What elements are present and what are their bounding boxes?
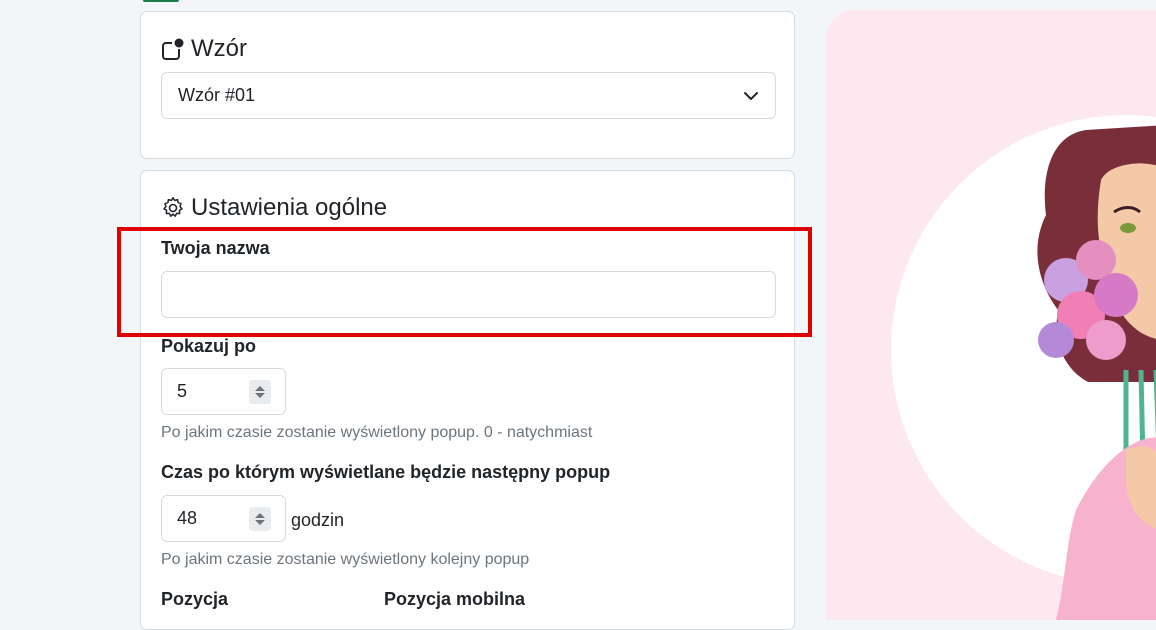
pattern-select-value: Wzór #01 <box>178 85 256 105</box>
eye <box>1120 223 1136 233</box>
pattern-card: Wzór Wzór #01 <box>140 11 795 159</box>
top-accent-bar <box>143 0 179 2</box>
show-after-help: Po jakim czasie zostanie wyświetlony pop… <box>161 424 593 441</box>
position-label: Pozycja <box>161 589 229 609</box>
general-settings-card: Ustawienia ogólne Twoja nazwa Pokazuj po… <box>140 170 795 630</box>
next-popup-label: Czas po którym wyświetlane będzie następ… <box>161 462 611 482</box>
stepper-up-icon[interactable] <box>255 512 265 518</box>
name-label: Twoja nazwa <box>161 238 270 258</box>
pattern-icon <box>161 37 185 61</box>
chevron-down-icon <box>743 88 759 104</box>
next-popup-unit: godzin <box>291 510 345 530</box>
flower-5 <box>1038 322 1074 358</box>
popup-preview <box>826 10 1156 620</box>
next-popup-stepper[interactable] <box>249 506 271 531</box>
show-after-input[interactable]: 5 <box>161 368 286 415</box>
mobile-position-label: Pozycja mobilna <box>384 589 526 609</box>
pattern-card-title: Wzór <box>161 35 247 63</box>
show-after-label: Pokazuj po <box>161 336 257 356</box>
pattern-title-text: Wzór <box>191 35 247 62</box>
flower-4 <box>1094 273 1138 317</box>
next-popup-input[interactable]: 48 <box>161 495 286 542</box>
show-after-value: 5 <box>177 381 188 401</box>
flower-6 <box>1086 320 1126 360</box>
stepper-down-icon[interactable] <box>255 519 265 525</box>
pattern-select[interactable]: Wzór #01 <box>161 72 776 119</box>
show-after-stepper[interactable] <box>249 379 271 404</box>
next-popup-help: Po jakim czasie zostanie wyświetlony kol… <box>161 551 530 568</box>
next-popup-value: 48 <box>177 508 198 528</box>
name-input[interactable] <box>161 271 776 318</box>
stepper-down-icon[interactable] <box>255 392 265 398</box>
stepper-up-icon[interactable] <box>255 385 265 391</box>
general-card-title: Ustawienia ogólne <box>161 194 387 222</box>
gear-icon <box>161 196 185 220</box>
preview-illustration <box>891 115 1156 620</box>
general-title-text: Ustawienia ogólne <box>191 194 388 221</box>
